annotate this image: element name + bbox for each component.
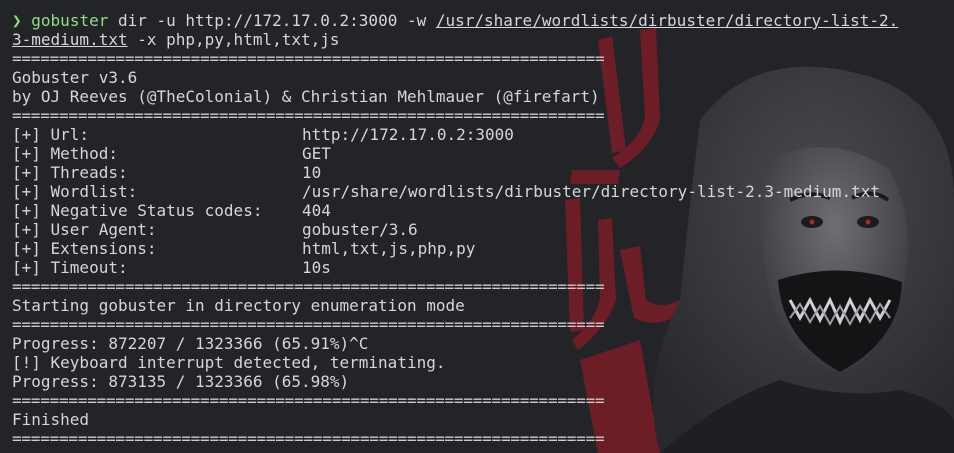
config-key: [+] Negative Status codes:	[12, 201, 263, 220]
config-value: GET	[302, 144, 331, 163]
config-value: /usr/share/wordlists/dirbuster/directory…	[302, 182, 880, 201]
status-starting: Starting gobuster in directory enumerati…	[12, 296, 465, 315]
config-row-url: [+] Url: http://172.17.0.2:3000	[12, 125, 942, 144]
config-value: http://172.17.0.2:3000	[302, 125, 514, 144]
status-finished: Finished	[12, 410, 90, 429]
config-row-user-agent: [+] User Agent: gobuster/3.6	[12, 220, 942, 239]
config-row-threads: [+] Threads: 10	[12, 163, 942, 182]
command-line: ❯ gobuster dir -u http://172.17.0.2:3000…	[12, 11, 942, 30]
wordlist-path-link[interactable]: /usr/share/wordlists/dirbuster/directory…	[436, 11, 898, 30]
config-row-timeout: [+] Timeout: 10s	[12, 258, 942, 277]
progress-interrupted: Progress: 872207 / 1323366 (65.91%)^C	[12, 334, 369, 353]
config-key: [+] Timeout:	[12, 258, 128, 277]
separator-line: ========================================…	[12, 49, 605, 68]
config-value: 404	[302, 201, 331, 220]
separator-line: ========================================…	[12, 315, 605, 334]
config-value: html,txt,js,php,py	[302, 239, 476, 258]
config-row-extensions: [+] Extensions: html,txt,js,php,py	[12, 239, 942, 258]
terminal-output[interactable]: ❯ gobuster dir -u http://172.17.0.2:3000…	[12, 11, 942, 448]
config-row-wordlist: [+] Wordlist: /usr/share/wordlists/dirbus…	[12, 182, 942, 201]
config-value: 10	[302, 163, 322, 182]
separator-line: ========================================…	[12, 277, 605, 296]
config-key: [+] Extensions:	[12, 239, 157, 258]
config-key: [+] Url:	[12, 125, 90, 144]
config-row-negative-status: [+] Negative Status codes: 404	[12, 201, 942, 220]
config-value: gobuster/3.6	[302, 220, 418, 239]
config-key: [+] User Agent:	[12, 220, 157, 239]
separator-line: ========================================…	[12, 106, 605, 125]
progress-final: Progress: 873135 / 1323366 (65.98%)	[12, 372, 350, 391]
command-program: gobuster	[31, 11, 109, 30]
config-row-method: [+] Method: GET	[12, 144, 942, 163]
banner-title: Gobuster v3.6	[12, 68, 138, 87]
separator-line: ========================================…	[12, 391, 605, 410]
prompt-arrow-icon: ❯	[12, 11, 22, 30]
command-extension-args: -x php,py,html,txt,js	[127, 30, 340, 49]
config-key: [+] Threads:	[12, 163, 128, 182]
config-key: [+] Wordlist:	[12, 182, 138, 201]
interrupt-notice: [!] Keyboard interrupt detected, termina…	[12, 353, 446, 372]
config-key: [+] Method:	[12, 144, 118, 163]
config-value: 10s	[302, 258, 331, 277]
wordlist-path-link-continued[interactable]: 3-medium.txt	[12, 30, 128, 49]
separator-line: ========================================…	[12, 429, 605, 448]
banner-authors: by OJ Reeves (@TheColonial) & Christian …	[12, 87, 600, 106]
command-line-wrap: 3-medium.txt -x php,py,html,txt,js	[12, 30, 942, 49]
command-args: dir -u http://172.17.0.2:3000 -w	[108, 11, 436, 30]
